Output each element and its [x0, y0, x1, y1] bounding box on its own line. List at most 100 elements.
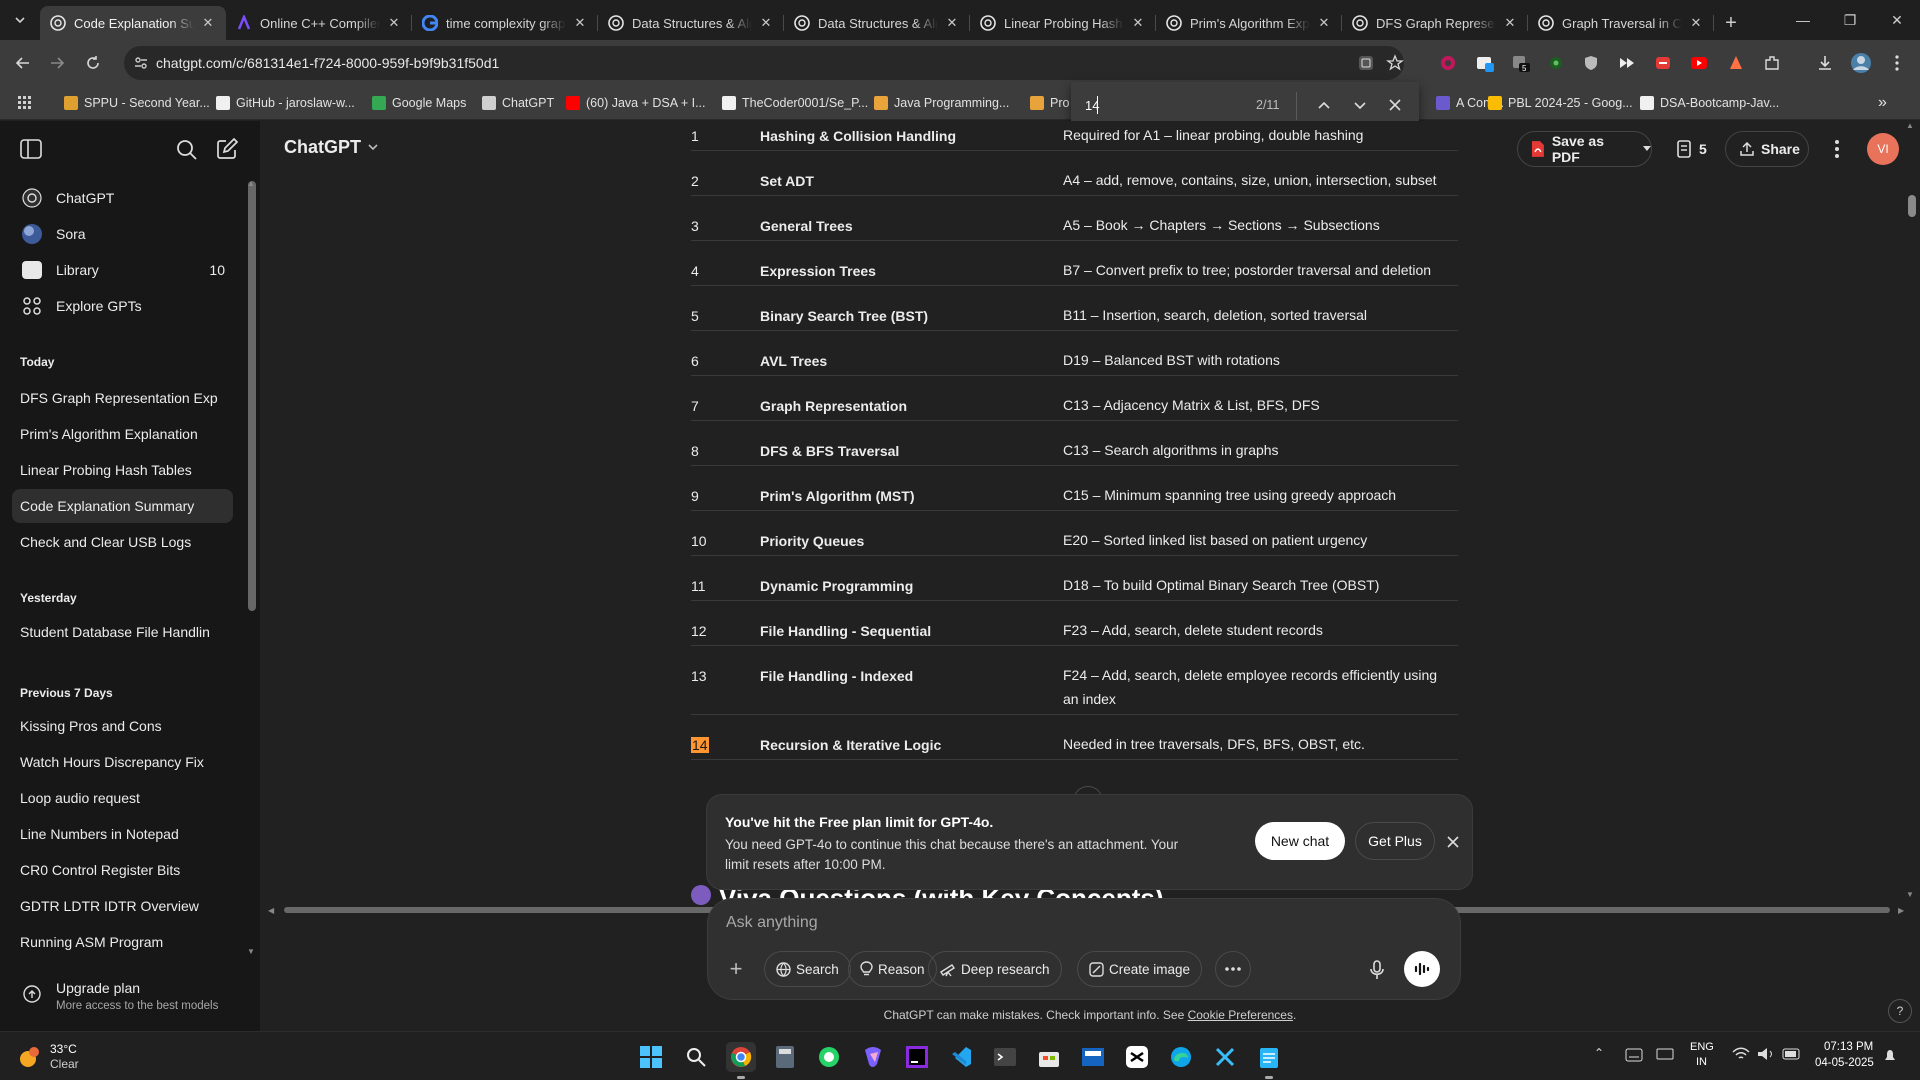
close-tab-icon[interactable]: ✕: [1502, 15, 1518, 31]
chat-history-item[interactable]: Linear Probing Hash Tables: [12, 453, 233, 487]
model-selector[interactable]: ChatGPT: [284, 135, 379, 159]
tab-search-button[interactable]: [0, 0, 40, 40]
taskbar-search-icon[interactable]: [681, 1042, 711, 1072]
search-icon[interactable]: [176, 139, 197, 160]
browser-tab[interactable]: Linear Probing Hash Tables ✕: [970, 6, 1156, 40]
sidebar-item-library[interactable]: Library 10: [12, 253, 233, 287]
sidebar-item-chatgpt[interactable]: ChatGPT: [12, 181, 233, 215]
voice-mode-button[interactable]: [1404, 951, 1440, 987]
deep-research-button[interactable]: Deep research: [928, 951, 1062, 987]
avatar[interactable]: VI: [1867, 133, 1899, 165]
wifi-icon[interactable]: [1732, 1047, 1750, 1061]
new-tab-button[interactable]: +: [1714, 6, 1748, 40]
browser-tab[interactable]: time complexity graph ✕: [412, 6, 598, 40]
bookmarks-overflow-icon[interactable]: »: [1878, 94, 1887, 112]
chat-history-item[interactable]: Line Numbers in Notepad: [12, 817, 233, 851]
keyboard-icon[interactable]: [1625, 1048, 1643, 1062]
bookmark-star-icon[interactable]: [1386, 54, 1404, 72]
record-extension-icon[interactable]: [1437, 52, 1459, 74]
orange-extension-icon[interactable]: [1725, 52, 1747, 74]
sidebar-scrollbar[interactable]: [248, 181, 256, 611]
tray-overflow-icon[interactable]: ⌃: [1594, 1046, 1604, 1060]
chat-history-item[interactable]: Loop audio request: [12, 781, 233, 815]
close-tab-icon[interactable]: ✕: [944, 15, 960, 31]
chat-history-item[interactable]: DFS Graph Representation Exp: [12, 381, 233, 415]
calculator-icon[interactable]: [770, 1042, 800, 1072]
close-tab-icon[interactable]: ✕: [758, 15, 774, 31]
bookmark-item[interactable]: PBL 2024-25 - Goog...: [1488, 94, 1633, 112]
language-indicator[interactable]: ENG: [1690, 1041, 1714, 1053]
chrome-menu-icon[interactable]: [1886, 52, 1908, 74]
back-button[interactable]: [8, 48, 38, 78]
shield-extension-icon[interactable]: [1580, 52, 1602, 74]
display-icon[interactable]: [1656, 1048, 1674, 1062]
terminal-icon[interactable]: [990, 1042, 1020, 1072]
chat-history-item[interactable]: Student Database File Handlin: [12, 615, 233, 649]
whatsapp-icon[interactable]: [814, 1042, 844, 1072]
clock-time[interactable]: 07:13 PM: [1824, 1041, 1873, 1053]
store-icon[interactable]: [1034, 1042, 1064, 1072]
chat-history-item[interactable]: Code Explanation Summary: [12, 489, 233, 523]
puzzle-extensions-icon[interactable]: [1761, 52, 1783, 74]
notes-count-button[interactable]: 5: [1665, 131, 1715, 167]
tools-more-button[interactable]: [1215, 951, 1251, 987]
profile-avatar-icon[interactable]: [1850, 52, 1872, 74]
sidebar-toggle-icon[interactable]: [20, 139, 42, 159]
add-attachment-button[interactable]: +: [718, 951, 754, 987]
close-tab-icon[interactable]: ✕: [200, 15, 216, 31]
chrome-taskbar-icon[interactable]: [726, 1042, 756, 1072]
bookmark-item[interactable]: DSA-Bootcamp-Jav...: [1640, 94, 1779, 112]
create-image-button[interactable]: Create image: [1077, 951, 1203, 987]
bookmark-item[interactable]: SPPU - Second Year...: [64, 94, 210, 112]
bookmark-item[interactable]: ChatGPT: [482, 94, 554, 112]
close-tab-icon[interactable]: ✕: [386, 15, 402, 31]
chat-history-item[interactable]: CR0 Control Register Bits: [12, 853, 233, 887]
chat-history-item[interactable]: GDTR LDTR IDTR Overview: [12, 889, 233, 923]
fast-forward-extension-icon[interactable]: [1616, 52, 1638, 74]
reason-button[interactable]: Reason: [848, 951, 937, 987]
chat-history-item[interactable]: Watch Hours Discrepancy Fix: [12, 745, 233, 779]
more-options-icon[interactable]: [1834, 139, 1840, 159]
bookmark-item[interactable]: GitHub - jaroslaw-w...: [216, 94, 355, 112]
scroll-up-icon[interactable]: ▲: [247, 179, 255, 188]
sidebar-item-explore-gpts[interactable]: Explore GPTs: [12, 289, 233, 323]
close-tab-icon[interactable]: ✕: [572, 15, 588, 31]
save-as-pdf-button[interactable]: Save as PDF: [1517, 131, 1652, 167]
bookmark-item[interactable]: Google Maps: [372, 94, 466, 112]
minimize-button[interactable]: —: [1780, 0, 1826, 40]
bookmark-item[interactable]: (60) Java + DSA + I...: [566, 94, 706, 112]
weather-widget[interactable]: 33°C Clear: [14, 1040, 164, 1074]
new-chat-icon[interactable]: [216, 138, 238, 160]
get-plus-button[interactable]: Get Plus: [1355, 822, 1435, 860]
scroll-down-icon[interactable]: ▼: [247, 947, 255, 956]
tabs-extension-icon[interactable]: [1474, 52, 1496, 74]
close-icon[interactable]: [1447, 836, 1459, 848]
reload-button[interactable]: [78, 48, 108, 78]
close-window-button[interactable]: ✕: [1874, 0, 1920, 40]
download-icon[interactable]: [1814, 52, 1836, 74]
youtube-extension-icon[interactable]: [1688, 52, 1710, 74]
capcut-icon[interactable]: [1122, 1042, 1152, 1072]
close-tab-icon[interactable]: ✕: [1688, 15, 1704, 31]
x-icon[interactable]: [1210, 1042, 1240, 1072]
browser-tab[interactable]: Code Explanation Summary ✕: [40, 6, 226, 40]
copilot-icon[interactable]: [858, 1042, 888, 1072]
sidebar-item-sora[interactable]: Sora: [12, 217, 233, 251]
red-extension-icon[interactable]: [1652, 52, 1674, 74]
upgrade-plan-button[interactable]: Upgrade plan More access to the best mod…: [12, 971, 242, 1023]
edge-icon[interactable]: [1166, 1042, 1196, 1072]
forward-button[interactable]: [42, 48, 72, 78]
vscode-icon[interactable]: [946, 1042, 976, 1072]
close-tab-icon[interactable]: ✕: [1130, 15, 1146, 31]
scroll-right-icon[interactable]: ▶: [1898, 906, 1904, 915]
devcpp-icon[interactable]: [1078, 1042, 1108, 1072]
browser-tab[interactable]: Data Structures & Algorithms ✕: [598, 6, 784, 40]
cookie-preferences-link[interactable]: Cookie Preferences: [1188, 1008, 1293, 1022]
notepad-icon[interactable]: [1254, 1042, 1284, 1072]
apps-icon[interactable]: [18, 94, 32, 112]
chat-history-item[interactable]: Kissing Pros and Cons: [12, 709, 233, 743]
counter-extension-icon[interactable]: 5: [1510, 52, 1532, 74]
help-button[interactable]: ?: [1888, 999, 1912, 1023]
battery-icon[interactable]: [1782, 1048, 1802, 1060]
site-settings-icon[interactable]: [134, 56, 148, 70]
